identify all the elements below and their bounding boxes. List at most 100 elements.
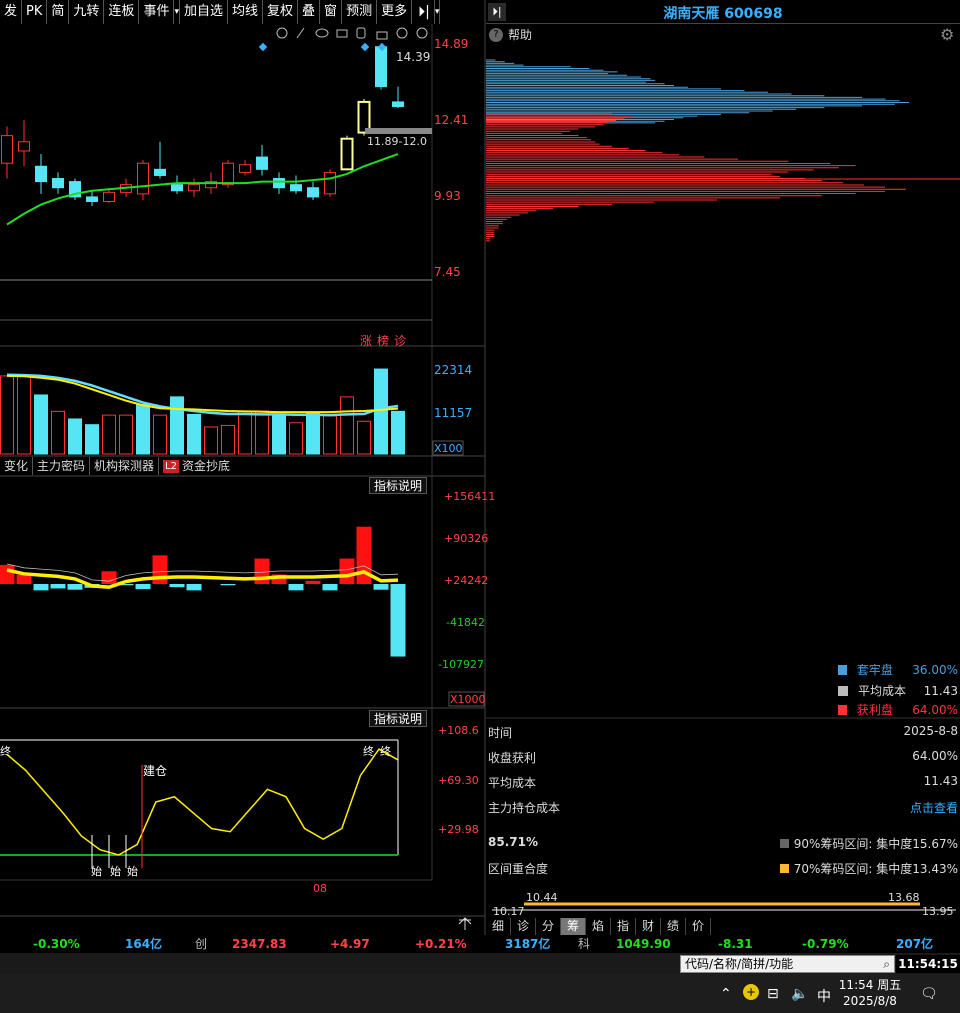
status-gem-pct: +0.21%: [415, 937, 467, 951]
help-link[interactable]: ? 帮助: [489, 26, 532, 43]
event-markers: [258, 42, 387, 52]
legend-value: 64.00%: [912, 702, 958, 717]
kline-tool-icons: [276, 27, 428, 40]
tab-change[interactable]: 变化: [0, 457, 34, 475]
indicator-tabs: 变化 主力密码 机构探测器 L2 资金抄底: [0, 457, 234, 475]
tab-diagnose[interactable]: 诊: [511, 918, 536, 935]
rank-label-1[interactable]: 涨: [360, 333, 372, 348]
gear-icon[interactable]: ⚙: [940, 25, 954, 44]
hand-icon[interactable]: [356, 27, 366, 39]
legend-value: 36.00%: [912, 662, 958, 677]
osc-explain-button[interactable]: 指标说明: [369, 710, 428, 727]
info-value: 11.43: [923, 774, 958, 788]
stock-title[interactable]: 湖南天雁 600698: [486, 3, 960, 23]
info-pct: 85.71% 90%筹码区间: 集中度15.67%: [488, 835, 958, 851]
tab-flame[interactable]: 焰: [586, 918, 611, 935]
price-tick: 14.89: [434, 37, 468, 51]
app-tray-icon[interactable]: +: [743, 984, 759, 1000]
chevron-up-icon[interactable]: ⌃: [720, 986, 732, 1002]
basket-icon[interactable]: [336, 29, 348, 38]
toolbar-item-forecast[interactable]: 预测: [342, 0, 378, 24]
toolbar-item-events[interactable]: 事件: [139, 0, 175, 24]
toolbar-item-add-watchlist[interactable]: 加自选: [180, 0, 228, 24]
tab-price[interactable]: 价: [686, 918, 711, 935]
tab-main-code[interactable]: 主力密码: [33, 457, 91, 475]
tab-index[interactable]: 指: [611, 918, 636, 935]
taskbar-clock[interactable]: 11:54 周五 2025/8/8: [836, 977, 904, 1009]
conc-70: 70%筹码区间: 集中度13.43%: [779, 860, 958, 877]
tab-finance[interactable]: 财: [636, 918, 661, 935]
flow-tick-2: +90326: [444, 532, 488, 545]
candle-up: [103, 191, 115, 203]
volume-bar: [357, 420, 371, 455]
toolbar-item-trade[interactable]: 发: [0, 0, 23, 24]
network-icon[interactable]: ⊟: [767, 986, 779, 1002]
panel-toggle-icon[interactable]: ⏵|: [414, 0, 435, 24]
status-gem-amount: 3187亿: [505, 937, 551, 951]
capital-flow-chart: [0, 526, 406, 657]
tab-performance[interactable]: 绩: [661, 918, 686, 935]
candle-down: [154, 168, 166, 176]
date-label: 08: [313, 882, 327, 895]
status-gem-change: +4.97: [330, 937, 370, 951]
status-gem-label[interactable]: 创: [195, 935, 207, 953]
zoom-out-icon[interactable]: [416, 27, 428, 39]
start-label-1: 始: [91, 864, 102, 878]
outflow-bar: [322, 584, 338, 591]
settings-icon[interactable]: [276, 27, 288, 39]
taskbar-time: 11:54 周五: [838, 978, 902, 992]
info-value: 64.00%: [912, 749, 958, 763]
search-input[interactable]: 代码/名称/简拼/功能 ⌕: [680, 955, 895, 973]
toolbar-item-overlay[interactable]: 叠: [298, 0, 321, 24]
search-icon[interactable]: ⌕: [883, 956, 890, 972]
price-tick: 9.93: [434, 189, 461, 203]
toolbar-item-window[interactable]: 窗: [320, 0, 343, 24]
status-star-label[interactable]: 科: [578, 935, 590, 953]
toolbar-item-limit-up[interactable]: 连板: [104, 0, 140, 24]
notification-icon[interactable]: 🗨: [920, 986, 938, 1002]
view-main-cost-link[interactable]: 点击查看: [910, 799, 958, 816]
tab-institution-detector[interactable]: 机构探测器: [90, 457, 160, 475]
range-left-1: 10.44: [526, 891, 558, 904]
volume-bar: [323, 415, 337, 455]
draw-icon[interactable]: [296, 27, 305, 39]
toolbar-item-more[interactable]: 更多: [377, 0, 413, 24]
scroll-top-icon[interactable]: [458, 917, 472, 930]
lock-icon[interactable]: [376, 31, 388, 40]
toolbar-item-adjust[interactable]: 复权: [263, 0, 299, 24]
tab-minute[interactable]: 分: [536, 918, 561, 935]
volume-bar: [0, 375, 14, 455]
toolbar-item-nine-turn[interactable]: 九转: [69, 0, 105, 24]
candle-down: [307, 187, 319, 198]
l2-badge: L2: [163, 459, 179, 473]
candle-up: [188, 184, 200, 192]
windows-taskbar: [0, 974, 960, 1013]
tab-chips[interactable]: 筹: [561, 918, 586, 935]
zoom-in-icon[interactable]: [396, 27, 408, 39]
top-toolbar: 发 PK 简 九转 连板 事件 ▾ 加自选 均线 复权 叠 窗 预测 更多 ⏵|…: [0, 0, 441, 24]
outflow-bar: [288, 584, 304, 591]
toolbar-item-ma[interactable]: 均线: [228, 0, 264, 24]
range-right-2: 13.95: [922, 905, 954, 918]
panel-dropdown-icon[interactable]: ▾: [435, 0, 441, 24]
tab-detail[interactable]: 细: [486, 918, 511, 935]
range-label: 11.89-12.0: [367, 135, 427, 148]
candlestick-chart: [1, 43, 404, 226]
volume-bar: [306, 412, 320, 455]
rank-label-3[interactable]: 诊: [394, 334, 406, 348]
outflow-bar: [67, 584, 83, 590]
legend-avg-cost: 平均成本 11.43: [838, 682, 958, 699]
toolbar-item-simple[interactable]: 简: [47, 0, 70, 24]
volume-tick-mid: 11157: [434, 406, 472, 420]
flow-tick-1: +156411: [444, 490, 495, 503]
tab-bottom-fishing[interactable]: L2 资金抄底: [159, 457, 234, 475]
toolbar-item-pk[interactable]: PK: [22, 0, 48, 24]
status-change-pct: -0.30%: [33, 937, 80, 951]
candle-down: [290, 184, 302, 192]
ime-indicator[interactable]: 中: [817, 986, 831, 1006]
volume-icon[interactable]: 🔈: [791, 986, 808, 1002]
flow-explain-button[interactable]: 指标说明: [369, 477, 428, 494]
rank-label-2[interactable]: 榜: [377, 333, 389, 348]
eye-icon[interactable]: [315, 28, 329, 38]
status-star-pct: -0.79%: [802, 937, 849, 951]
